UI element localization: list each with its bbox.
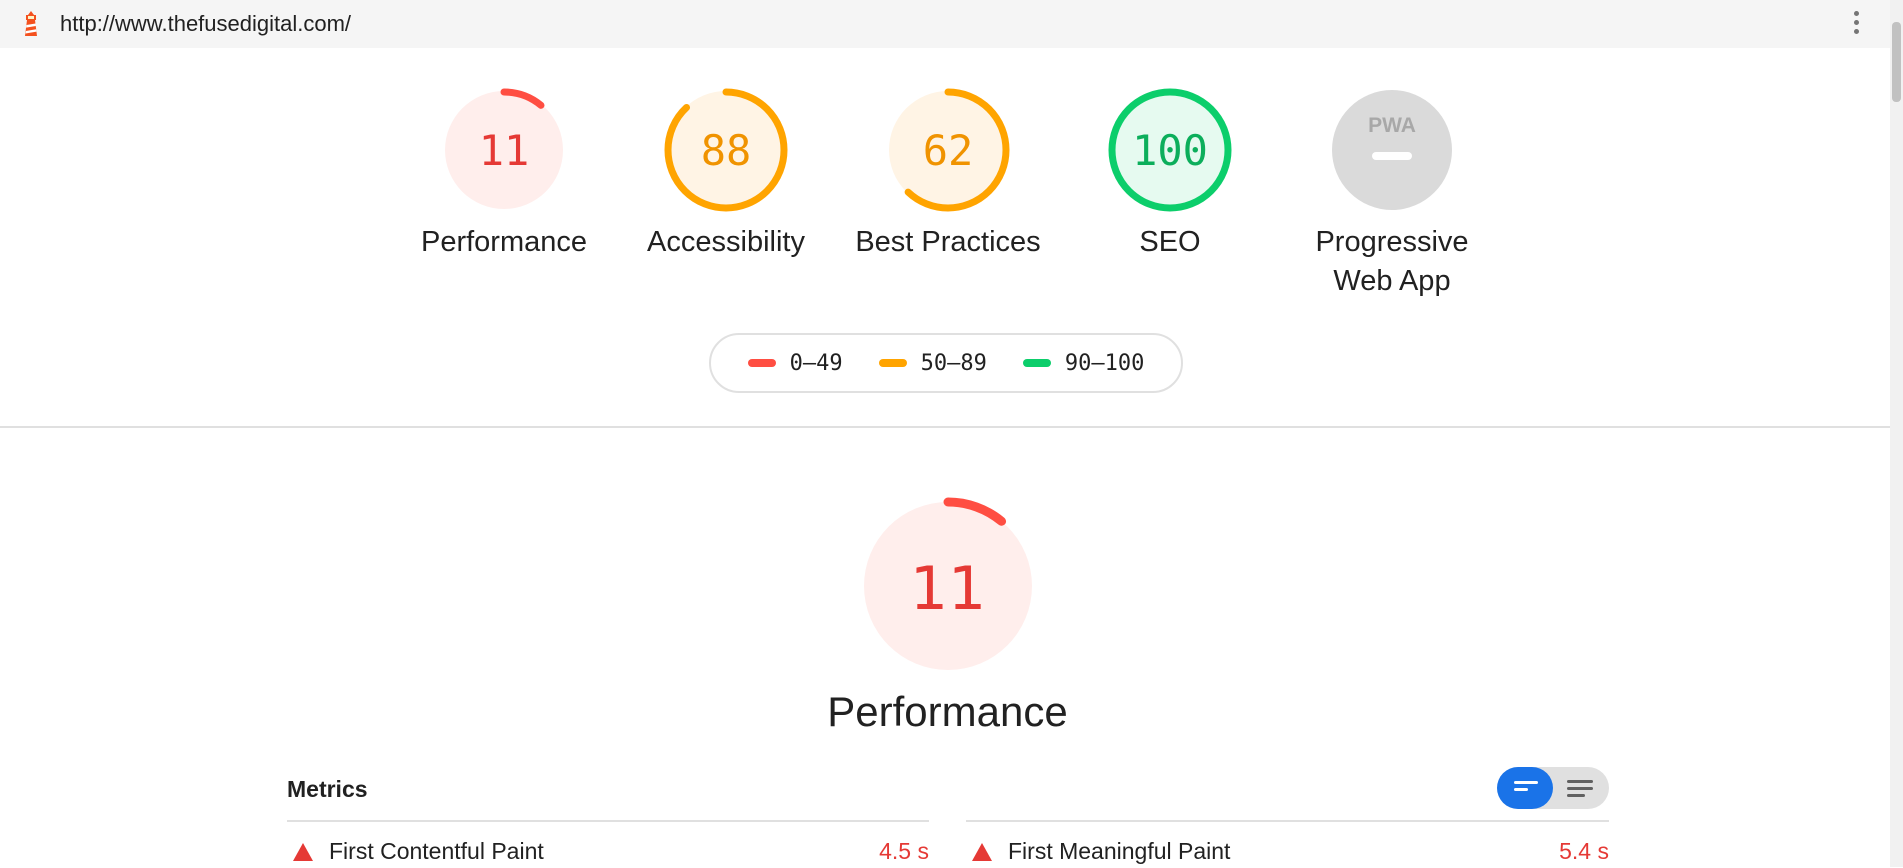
compact-view-icon[interactable] xyxy=(1497,767,1553,809)
legend-swatch-fail xyxy=(747,359,776,367)
fail-triangle-icon xyxy=(972,843,992,861)
pwa-badge-icon: PWA xyxy=(1332,90,1452,210)
metrics-view-toggle[interactable] xyxy=(1497,767,1609,809)
performance-gauge-large: 11 xyxy=(859,497,1037,675)
legend-item-average: 50–89 xyxy=(878,350,987,376)
legend-item-fail: 0–49 xyxy=(747,350,843,376)
gauge-score: 11 xyxy=(479,126,530,175)
metric-name: First Meaningful Paint xyxy=(1008,838,1231,864)
metrics-divider-left xyxy=(287,820,929,822)
performance-title: Performance xyxy=(827,688,1068,735)
gauge-accessibility-ring: 88 xyxy=(664,88,788,212)
gauge-score: 100 xyxy=(1132,126,1208,175)
metric-first-contentful-paint: First Contentful Paint 4.5 s xyxy=(287,838,929,868)
metric-value: 5.4 s xyxy=(1559,838,1609,864)
score-legend: 0–49 50–89 90–100 xyxy=(709,333,1183,393)
scrollbar-thumb[interactable] xyxy=(1892,22,1901,102)
gauge-best-practices[interactable]: 62 Best Practices xyxy=(848,88,1048,262)
legend-swatch-pass xyxy=(1022,359,1051,367)
legend-range: 90–100 xyxy=(1064,350,1145,376)
expanded-view-icon[interactable] xyxy=(1553,767,1609,809)
gauge-score: 88 xyxy=(701,126,752,175)
metrics-divider-right xyxy=(966,820,1609,822)
legend-range: 0–49 xyxy=(789,350,843,376)
fail-triangle-icon xyxy=(293,843,313,861)
gauge-label: Performance xyxy=(420,226,587,258)
gauge-label: Accessibility xyxy=(647,226,805,258)
metric-value: 4.5 s xyxy=(879,838,929,864)
metric-name: First Contentful Paint xyxy=(329,838,544,864)
section-divider xyxy=(0,426,1890,428)
scrollbar[interactable] xyxy=(1890,0,1903,867)
gauge-label-line2: Web App xyxy=(1333,265,1451,297)
gauge-label: SEO xyxy=(1139,226,1201,258)
performance-score: 11 xyxy=(910,554,986,624)
gauge-seo-ring: 100 xyxy=(1108,88,1232,212)
page-url[interactable]: http://www.thefusedigital.com/ xyxy=(60,11,351,37)
metric-first-meaningful-paint: First Meaningful Paint 5.4 s xyxy=(966,838,1609,868)
more-vert-icon[interactable] xyxy=(1846,11,1866,39)
gauge-pwa[interactable]: PWA Progressive Web App xyxy=(1292,88,1492,301)
gauge-label-line1: Progressive xyxy=(1315,226,1469,258)
gauge-seo[interactable]: 100 SEO xyxy=(1070,88,1270,262)
gauge-performance[interactable]: 11 Performance xyxy=(404,88,604,262)
legend-item-pass: 90–100 xyxy=(1022,350,1145,376)
gauge-label: Progressive Web App xyxy=(1292,223,1492,301)
gauge-accessibility[interactable]: 88 Accessibility xyxy=(626,88,826,262)
gauge-best-practices-ring: 62 xyxy=(886,88,1010,212)
pwa-badge-text: PWA xyxy=(1368,114,1416,137)
legend-swatch-average xyxy=(878,359,907,367)
metrics-title: Metrics xyxy=(287,776,368,802)
legend-range: 50–89 xyxy=(920,350,987,376)
report-topbar: http://www.thefusedigital.com/ xyxy=(0,0,1903,48)
gauge-score: 62 xyxy=(923,126,974,175)
gauge-label: Best Practices xyxy=(855,226,1041,258)
lighthouse-icon xyxy=(25,11,37,36)
gauge-performance-ring: 11 xyxy=(442,88,566,212)
